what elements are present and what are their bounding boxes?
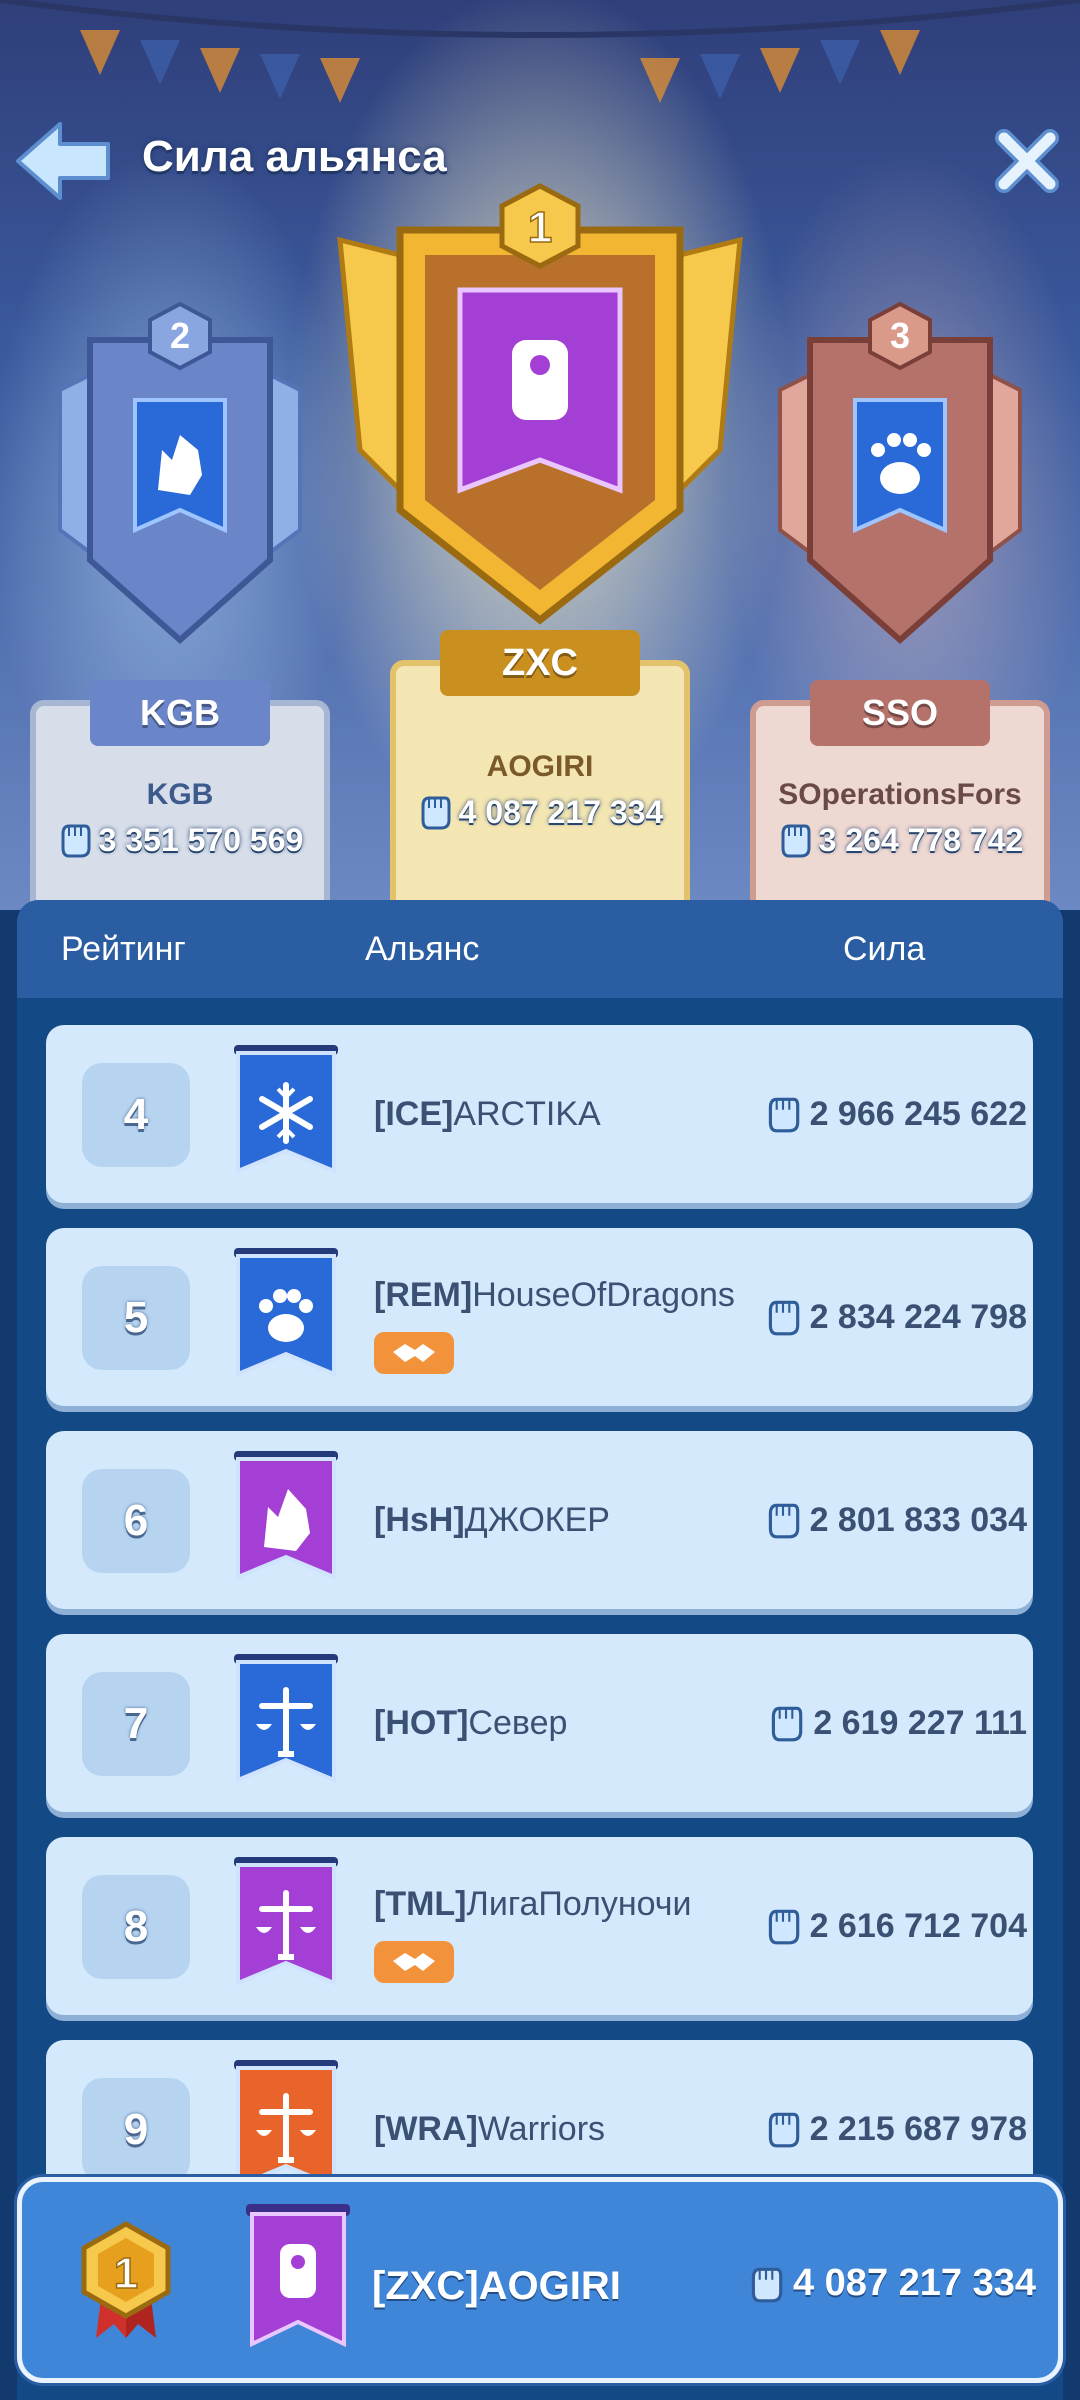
podium-name: SOperationsFors: [778, 778, 1022, 811]
my-alliance-power-value: 4 087 217 334: [792, 2262, 1036, 2304]
alliance-power: 2 616 712 704: [764, 1905, 1027, 1947]
table-row[interactable]: 7 [HOT]Север 2 619 227 111: [46, 1634, 1033, 1812]
gauntlet-icon: [280, 2244, 316, 2298]
header-power: Сила: [843, 930, 926, 968]
my-alliance-row[interactable]: 1 [ZXC]AOGIRI 4 087 217 334: [17, 2177, 1063, 2383]
table-row[interactable]: 5 [REM]HouseOfDragons 2 834 224 798: [46, 1228, 1033, 1406]
fist-icon: [768, 1300, 799, 1336]
rank-number: 9: [82, 2078, 190, 2182]
podium-first[interactable]: 1 ZXC AOGIRI 4 087 217 334: [330, 180, 750, 910]
bronze-crest: 3: [778, 301, 1022, 645]
alliance-name: [HsH]ДЖОКЕР: [374, 1501, 610, 1539]
podium-tag: SSO: [810, 680, 990, 746]
alliance-name: [REM]HouseOfDragons: [374, 1276, 735, 1314]
silver-crest: 2: [58, 301, 302, 645]
alliance-name: [ICE]ARCTIKA: [374, 1095, 601, 1133]
gold-medal-icon: 1: [81, 2221, 171, 2338]
fist-icon: [768, 1909, 799, 1945]
pedestal: [390, 660, 690, 910]
podium-third[interactable]: 3 SSO SOperationsFors 3 264 778 742: [740, 300, 1060, 910]
alliance-name: [TML]ЛигаПолуночи: [374, 1885, 692, 1923]
alliance-power: 2 966 245 622: [764, 1093, 1027, 1135]
alliance-name: [HOT]Север: [374, 1704, 568, 1742]
alliance-flag: [234, 1045, 338, 1174]
my-rank: 1: [114, 2249, 138, 2298]
alliance-flag: [234, 1857, 338, 1986]
handshake-icon: [393, 1953, 435, 1971]
podium-power: 4 087 217 334: [330, 792, 750, 832]
alliance-flag: [234, 2060, 338, 2189]
gold-crest: 1: [337, 183, 743, 625]
podium-name: AOGIRI: [486, 750, 594, 783]
rank-number: 7: [82, 1672, 190, 1776]
header-alliance: Альянс: [365, 930, 480, 968]
fist-icon: [61, 824, 91, 858]
rank-number: 8: [82, 1875, 190, 1979]
fist-icon: [768, 1503, 799, 1539]
rank-number: 4: [82, 1063, 190, 1167]
list-header: Рейтинг Альянс Сила: [17, 900, 1063, 998]
fist-icon: [772, 1706, 803, 1742]
table-row[interactable]: 6 [HsH]ДЖОКЕР 2 801 833 034: [46, 1431, 1033, 1609]
alliance-name: [WRA]Warriors: [374, 2110, 606, 2148]
rank-number: 5: [82, 1266, 190, 1370]
handshake-icon: [393, 1344, 435, 1362]
alliance-flag: [234, 1248, 338, 1377]
alliance-power: 2 801 833 034: [764, 1499, 1027, 1541]
svg-text:1: 1: [528, 203, 552, 252]
podium-power: 3 264 778 742: [740, 820, 1060, 860]
back-arrow-icon[interactable]: [14, 118, 114, 204]
svg-text:2: 2: [170, 315, 190, 356]
rank-number: 6: [82, 1469, 190, 1573]
table-row[interactable]: 4 [ICE]ARCTIKA 2 966 245 622: [46, 1025, 1033, 1203]
pact-badge[interactable]: [374, 1941, 454, 1983]
podium-tag: ZXC: [440, 630, 640, 696]
my-alliance-power: 4 087 217 334: [747, 2262, 1036, 2305]
fist-icon: [781, 824, 811, 858]
fist-icon: [768, 1097, 799, 1133]
fist-icon: [768, 2112, 799, 2148]
podium-tag: KGB: [90, 680, 270, 746]
pact-badge[interactable]: [374, 1332, 454, 1374]
podium-power-value: 3 351 570 569: [98, 821, 304, 858]
alliance-power: 2 834 224 798: [764, 1296, 1027, 1338]
page-title: Сила альянса: [142, 132, 447, 181]
table-row[interactable]: 8 [TML]ЛигаПолуночи 2 616 712 704: [46, 1837, 1033, 2015]
podium-power-value: 4 087 217 334: [458, 793, 664, 830]
alliance-flag: [234, 1654, 338, 1783]
header-rank: Рейтинг: [61, 930, 186, 968]
alliance-power: 2 215 687 978: [764, 2108, 1027, 2150]
fist-icon: [421, 796, 451, 830]
alliance-power: 2 619 227 111: [767, 1702, 1027, 1744]
podium-power-value: 3 264 778 742: [818, 821, 1024, 858]
alliance-flag: [234, 1451, 338, 1580]
podium-second[interactable]: 2 KGB KGB 3 351 570 569: [20, 300, 340, 910]
svg-text:3: 3: [890, 315, 910, 356]
my-alliance-flag: [246, 2204, 350, 2348]
close-icon[interactable]: [992, 126, 1062, 196]
my-alliance-name: [ZXC]AOGIRI: [372, 2264, 621, 2308]
podium-stage: Сила альянса 2 KGB KGB 3 351 570 569 1 Z…: [0, 0, 1080, 910]
podium-name: KGB: [146, 778, 214, 811]
podium-power: 3 351 570 569: [20, 820, 340, 860]
fist-icon: [751, 2267, 783, 2302]
